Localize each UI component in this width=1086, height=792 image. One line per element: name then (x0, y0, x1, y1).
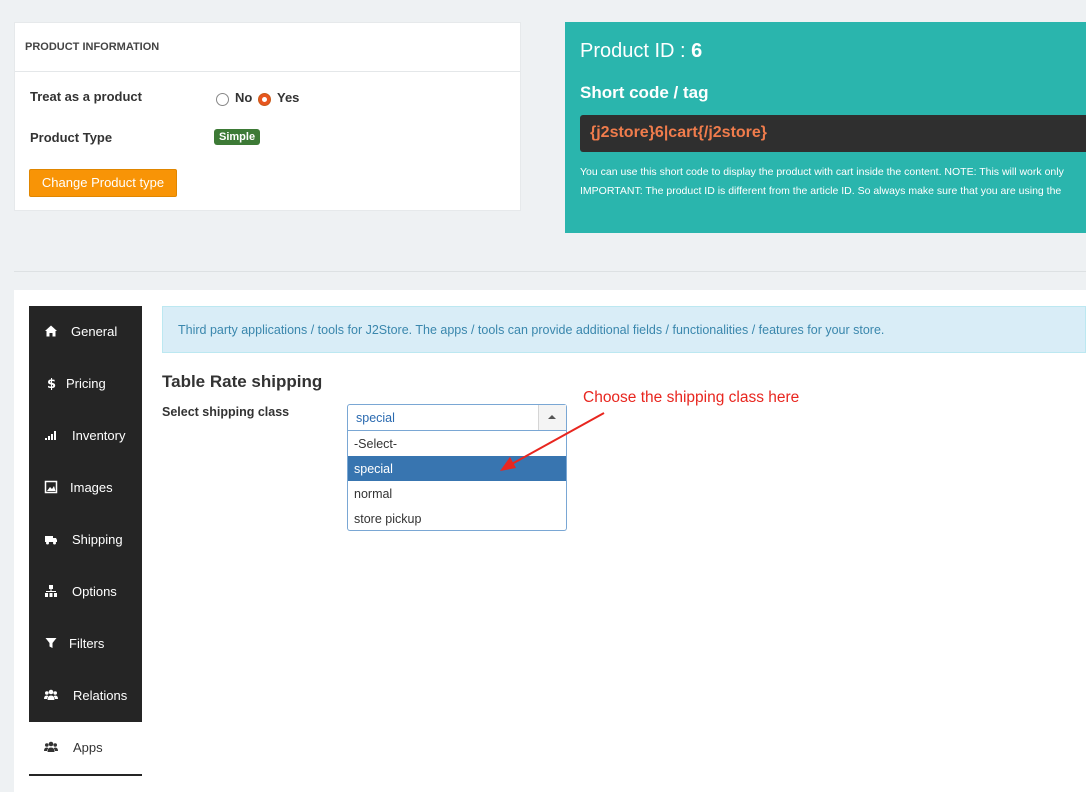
annotation-arrow-icon (500, 412, 605, 471)
divider (15, 71, 520, 72)
dollar-icon: $ (47, 377, 56, 390)
radio-no-label: No (235, 90, 253, 105)
sidebar-item-label: Images (70, 480, 113, 495)
product-type-label: Product Type (30, 130, 113, 145)
product-tabs-sidebar: General $ Pricing Inventory Images Shipp… (29, 306, 142, 776)
svg-text:$: $ (47, 377, 56, 390)
select-current-value: special (356, 411, 395, 425)
sidebar-item-pricing[interactable]: $ Pricing (29, 358, 142, 410)
radio-no[interactable] (216, 93, 229, 106)
product-type-badge: Simple (214, 129, 261, 145)
sidebar-item-label: Apps (73, 740, 103, 755)
image-icon (44, 480, 58, 494)
product-id-heading: Product ID : 6 (580, 40, 702, 63)
sidebar-item-shipping[interactable]: Shipping (29, 514, 142, 566)
sidebar-item-inventory[interactable]: Inventory (29, 410, 142, 462)
radio-yes-label: Yes (277, 90, 300, 105)
filter-icon (45, 638, 57, 648)
shortcode-note: You can use this short code to display t… (580, 166, 1064, 178)
sidebar-item-options[interactable]: Options (29, 566, 142, 618)
sidebar-item-label: Filters (69, 636, 105, 651)
shortcode-title: Short code / tag (580, 83, 709, 102)
sidebar-item-label: Shipping (72, 532, 123, 547)
shortcode-important-note: IMPORTANT: The product ID is different f… (580, 185, 1062, 197)
shortcode-box: {j2store}6|cart{/j2store} (580, 115, 1086, 152)
option-label: special (354, 462, 393, 476)
shipping-class-label: Select shipping class (162, 405, 290, 419)
sidebar-item-images[interactable]: Images (29, 462, 142, 514)
sidebar-item-label: Pricing (66, 376, 106, 391)
sidebar-item-filters[interactable]: Filters (29, 618, 142, 670)
annotation-text: Choose the shipping class here (583, 389, 800, 406)
option-label: normal (354, 487, 393, 501)
sidebar-item-apps[interactable]: Apps (29, 722, 142, 776)
sidebar-item-relations[interactable]: Relations (29, 670, 142, 722)
change-product-type-button[interactable]: Change Product type (29, 169, 177, 197)
radio-yes[interactable] (258, 93, 271, 106)
truck-icon (45, 536, 57, 545)
option-label: -Select- (354, 437, 398, 451)
sidebar-item-label: Relations (73, 688, 128, 703)
users-icon (44, 741, 58, 752)
shortcode-text[interactable]: {j2store}6|cart{/j2store} (590, 124, 767, 142)
sidebar-item-label: Options (72, 584, 117, 599)
treat-as-product-label: Treat as a product (30, 89, 142, 104)
product-id-label: Product ID : (580, 40, 692, 62)
product-id-value: 6 (691, 40, 703, 62)
section-divider (14, 271, 1086, 272)
panel-title: PRODUCT INFORMATION (25, 41, 160, 53)
main-panel (14, 290, 1086, 792)
home-icon (45, 325, 57, 337)
signal-icon (45, 431, 56, 440)
product-information-panel: PRODUCT INFORMATION Treat as a product N… (14, 22, 521, 211)
dropdown-option[interactable]: store pickup (348, 506, 566, 531)
apps-info-alert: Third party applications / tools for J2S… (162, 306, 1086, 353)
app-title: Table Rate shipping (162, 372, 323, 391)
sidebar-item-label: Inventory (72, 428, 126, 443)
sidebar-item-label: General (71, 324, 118, 339)
sidebar-item-general[interactable]: General (29, 306, 142, 358)
users-icon (44, 689, 58, 700)
option-label: store pickup (354, 512, 422, 526)
product-id-panel: Product ID : 6 Short code / tag {j2store… (565, 22, 1086, 233)
dropdown-option[interactable]: normal (348, 481, 566, 506)
apps-info-text: Third party applications / tools for J2S… (178, 323, 885, 337)
sitemap-icon (45, 585, 57, 597)
